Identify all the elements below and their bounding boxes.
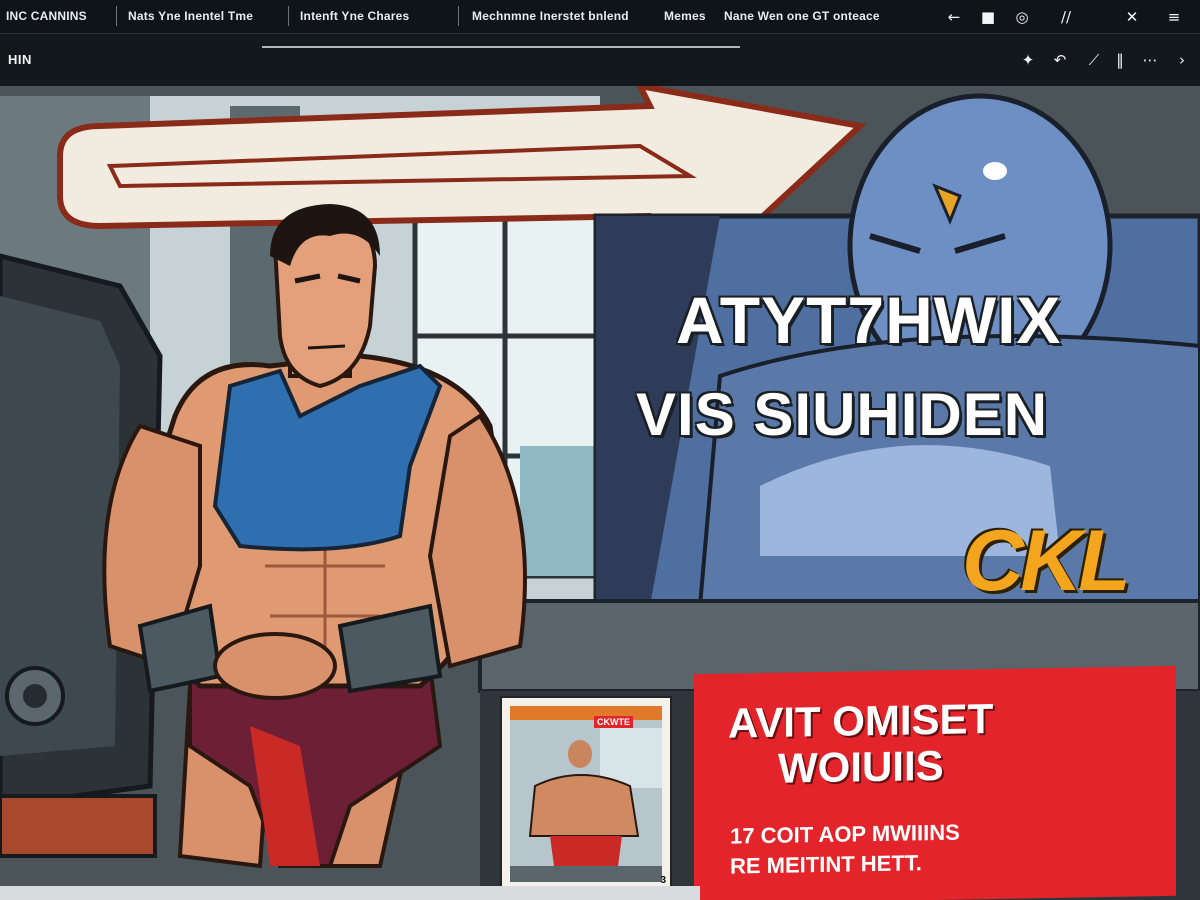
eye-icon[interactable]: ◎: [1012, 7, 1032, 27]
promo-title-line-2: WOIUIIS: [778, 741, 944, 792]
stop-icon[interactable]: ■: [978, 7, 998, 27]
tab-2[interactable]: Nats Yne Inentel Tme: [128, 9, 253, 23]
brand-logo: CKL: [962, 513, 1131, 609]
browser-top-bar: INC CANNINS Nats Yne Inentel Tme Intenft…: [0, 0, 1200, 34]
split-icon[interactable]: ‖: [1110, 50, 1130, 70]
tab-3[interactable]: Intenft Yne Chares: [300, 9, 409, 23]
tab-4[interactable]: Mechnmne Inerstet bnlend: [472, 9, 629, 23]
menu-icon[interactable]: ≡: [1164, 7, 1184, 27]
promo-title-line-1: AVIT OMISET: [728, 694, 994, 747]
chevron-right-icon[interactable]: ›: [1172, 50, 1192, 70]
promo-subtext-line-1: 17 COIT AOP MWIIINS: [730, 819, 960, 849]
tab-1[interactable]: INC CANNINS: [6, 9, 87, 23]
thumbnail-badge: 3: [660, 875, 666, 886]
close-icon[interactable]: ✕: [1122, 7, 1142, 27]
thumbnail-illustration: [510, 706, 662, 882]
forward-slash-icon[interactable]: ⟋: [1084, 50, 1104, 70]
promo-subtext-line-2: RE MEITINT HETT.: [730, 850, 922, 879]
tab-6[interactable]: Nane Wen one GT onteace: [724, 9, 880, 23]
thumbnail-preview[interactable]: CKWTE 3: [500, 696, 672, 892]
headline-line-2: VIS SIUHIDEN: [636, 381, 1049, 448]
load-progress-bar: [262, 46, 740, 48]
pin-icon[interactable]: ✦: [1018, 50, 1038, 70]
tab-separator: [288, 6, 289, 26]
thumbnail-label: CKWTE: [594, 716, 633, 728]
thumbnail-image: [510, 706, 662, 882]
promo-panel: AVIT OMISET WOIUIIS 17 COIT AOP MWIIINS …: [694, 665, 1176, 900]
comic-artwork: ATYT7HWIX VIS SIUHIDEN CKL CKWTE 3 AVIT …: [0, 86, 1200, 900]
tab-5[interactable]: Memes: [664, 9, 706, 23]
back-arrow-icon[interactable]: ←: [944, 7, 964, 27]
undo-icon[interactable]: ↶: [1050, 50, 1070, 70]
bottom-strip: [0, 886, 700, 900]
viewer-title: HIN: [8, 52, 32, 67]
tab-separator: [116, 6, 117, 26]
headline-line-1: ATYT7HWIX: [676, 283, 1062, 357]
diagonal-lines-icon[interactable]: ∕∕: [1056, 7, 1076, 27]
more-icon[interactable]: ⋯: [1140, 50, 1160, 70]
tab-separator: [458, 6, 459, 26]
viewer-toolbar: HIN ✦ ↶ ⟋ ‖ ⋯ ›: [0, 34, 1200, 86]
